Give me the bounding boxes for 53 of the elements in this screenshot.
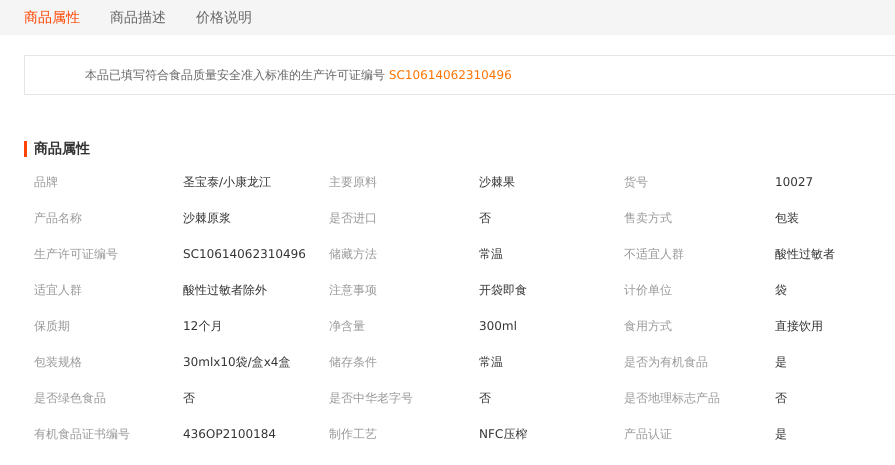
attribute-value: SC10614062310496 bbox=[183, 247, 306, 261]
attribute-value: 酸性过敏者除外 bbox=[183, 283, 267, 297]
notice-text: 本品已填写符合食品质量安全准入标准的生产许可证编号 SC10614062310496 bbox=[85, 66, 512, 84]
attribute-value: 436OP2100184 bbox=[183, 427, 276, 441]
attribute-label: 是否地理标志产品 bbox=[624, 391, 720, 405]
attribute-value: 否 bbox=[479, 211, 491, 225]
tab[interactable]: 商品属性 bbox=[24, 0, 80, 35]
attribute-value: 是 bbox=[775, 427, 787, 441]
attribute-label: 食用方式 bbox=[624, 319, 672, 333]
attribute-value: 圣宝泰/小康龙江 bbox=[183, 175, 272, 189]
attribute-value: 常温 bbox=[479, 355, 503, 369]
attribute-label: 售卖方式 bbox=[624, 211, 672, 225]
tab[interactable]: 价格说明 bbox=[196, 0, 252, 35]
attribute-label: 不适宜人群 bbox=[624, 247, 684, 261]
section-title: 商品属性 bbox=[24, 141, 895, 157]
attribute-label: 生产许可证编号 bbox=[34, 247, 118, 261]
attribute-label: 货号 bbox=[624, 175, 648, 189]
attribute-value: 常温 bbox=[479, 247, 503, 261]
attribute-label: 注意事项 bbox=[329, 283, 377, 297]
attribute-label: 净含量 bbox=[329, 319, 365, 333]
attribute-label: 品牌 bbox=[34, 175, 58, 189]
attribute-value: 直接饮用 bbox=[775, 319, 823, 333]
attribute-label: 适宜人群 bbox=[34, 283, 82, 297]
attribute-value: 酸性过敏者 bbox=[775, 247, 835, 261]
attribute-value: NFC压榨 bbox=[479, 427, 528, 441]
attribute-label: 计价单位 bbox=[624, 283, 672, 297]
tab[interactable]: 商品描述 bbox=[110, 0, 166, 35]
attribute-value: 包装 bbox=[775, 211, 799, 225]
attribute-value: 12个月 bbox=[183, 319, 222, 333]
attribute-label: 储存条件 bbox=[329, 355, 377, 369]
attribute-value: 袋 bbox=[775, 283, 787, 297]
attribute-value: 300ml bbox=[479, 319, 517, 333]
attribute-value: 开袋即食 bbox=[479, 283, 527, 297]
attribute-value: 30mlx10袋/盒x4盒 bbox=[183, 355, 290, 369]
attribute-label: 产品名称 bbox=[34, 211, 82, 225]
attribute-value: 否 bbox=[183, 391, 195, 405]
attribute-value: 10027 bbox=[775, 175, 814, 189]
attribute-label: 有机食品证书编号 bbox=[34, 427, 130, 441]
attribute-value: 否 bbox=[775, 391, 787, 405]
attribute-label: 是否为有机食品 bbox=[624, 355, 708, 369]
attribute-value: 是 bbox=[775, 355, 787, 369]
attribute-label: 是否绿色食品 bbox=[34, 391, 106, 405]
attribute-value: 沙棘果 bbox=[479, 175, 515, 189]
attribute-label: 产品认证 bbox=[624, 427, 672, 441]
attribute-value: 沙棘原浆 bbox=[183, 211, 231, 225]
attribute-value: 否 bbox=[479, 391, 491, 405]
attribute-label: 保质期 bbox=[34, 319, 70, 333]
attribute-label: 主要原料 bbox=[329, 175, 377, 189]
attribute-label: 储藏方法 bbox=[329, 247, 377, 261]
attribute-label: 制作工艺 bbox=[329, 427, 377, 441]
attribute-label: 是否进口 bbox=[329, 211, 377, 225]
attribute-label: 包装规格 bbox=[34, 355, 82, 369]
attribute-label: 是否中华老字号 bbox=[329, 391, 413, 405]
